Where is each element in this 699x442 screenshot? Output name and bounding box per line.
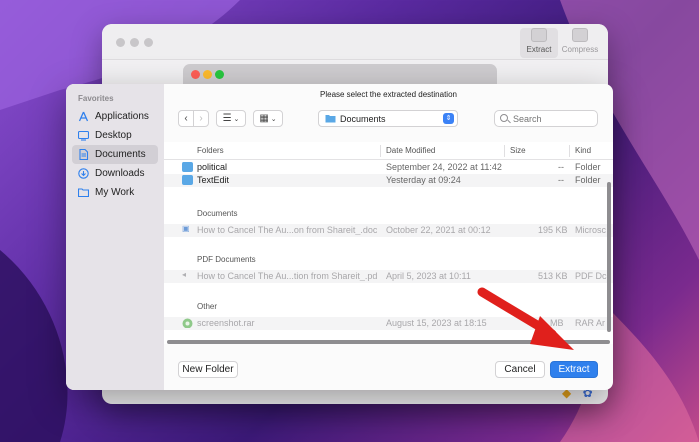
chevron-right-icon: ›	[199, 113, 203, 124]
zoom-window-button[interactable]	[144, 38, 153, 47]
table-row[interactable]: TextEdit Yesterday at 09:24 -- Folder	[164, 174, 613, 187]
row-size: 195 KB	[538, 225, 568, 235]
app-extract-button[interactable]: Extract	[520, 28, 558, 58]
sidebar-item-applications[interactable]: Applications	[72, 107, 158, 126]
new-folder-button[interactable]: New Folder	[178, 361, 238, 378]
download-icon	[78, 168, 89, 179]
row-kind: Microsc	[575, 225, 606, 235]
row-kind: RAR Ar	[575, 318, 606, 328]
search-input[interactable]	[513, 113, 593, 124]
row-name: screenshot.rar	[197, 318, 255, 328]
location-select[interactable]: Documents ⇕	[318, 110, 458, 127]
desktop-icon	[77, 130, 90, 141]
row-kind: Folder	[575, 175, 601, 185]
pdf-file-icon: ◂	[182, 270, 187, 279]
close-window-button[interactable]	[191, 70, 200, 79]
compress-icon	[572, 28, 588, 42]
column-header-size[interactable]: Size	[510, 146, 526, 155]
applications-icon	[78, 111, 89, 122]
list-icon: ☰	[222, 113, 232, 124]
destination-dialog: Favorites Applications Desktop Documents…	[66, 84, 613, 390]
folder-icon	[182, 162, 193, 172]
location-label: Documents	[340, 113, 386, 124]
column-header-kind[interactable]: Kind	[575, 146, 591, 155]
chevron-down-icon: ⌄	[270, 115, 277, 123]
folder-icon	[77, 187, 90, 198]
sidebar-heading: Favorites	[78, 94, 114, 103]
minimize-window-button[interactable]	[130, 38, 139, 47]
cancel-button[interactable]: Cancel	[495, 361, 545, 378]
chevron-left-icon: ‹	[184, 113, 188, 124]
app-compress-button[interactable]: Compress	[560, 28, 600, 58]
sidebar-item-desktop[interactable]: Desktop	[72, 126, 158, 145]
row-date: October 22, 2021 at 00:12	[386, 225, 491, 235]
row-date: September 24, 2022 at 11:42	[386, 162, 502, 172]
chevron-up-down-icon: ⇕	[443, 113, 454, 124]
row-size: --	[558, 162, 564, 172]
row-size: 513 KB	[538, 271, 568, 281]
search-field[interactable]	[494, 110, 598, 127]
sidebar-item-label: My Work	[95, 187, 135, 198]
row-name: TextEdit	[197, 175, 230, 185]
section-heading-other: Other	[197, 302, 218, 311]
row-kind: Folder	[575, 162, 601, 172]
row-size: MB	[550, 318, 564, 328]
table-row: screenshot.rar August 15, 2023 at 18:15 …	[164, 317, 613, 330]
horizontal-scrollbar[interactable]	[167, 340, 610, 344]
folder-icon	[325, 113, 336, 124]
sidebar-item-my-work[interactable]: My Work	[72, 183, 158, 202]
sidebar-item-downloads[interactable]: Downloads	[72, 164, 158, 183]
minimize-window-button[interactable]	[203, 70, 212, 79]
row-date: April 5, 2023 at 10:11	[386, 271, 471, 281]
table-row: ▣ How to Cancel The Au...on from Shareit…	[164, 224, 613, 237]
row-name: political	[197, 162, 228, 172]
file-list: Folders Date Modified Size Kind politica…	[164, 142, 613, 344]
sidebar-item-label: Documents	[95, 149, 146, 160]
rar-file-icon	[182, 318, 193, 328]
section-heading-documents: Documents	[197, 209, 238, 218]
sidebar-item-label: Desktop	[95, 130, 132, 141]
back-button[interactable]: ‹	[178, 110, 194, 127]
app-compress-label: Compress	[561, 45, 599, 54]
column-header-folders[interactable]: Folders	[197, 146, 224, 155]
sidebar-item-label: Applications	[95, 111, 149, 122]
row-size: --	[558, 175, 564, 185]
docx-file-icon: ▣	[182, 224, 190, 233]
grid-view-button[interactable]: ▦ ⌄	[253, 110, 283, 127]
zoom-window-button[interactable]	[215, 70, 224, 79]
forward-button[interactable]: ›	[193, 110, 209, 127]
sidebar-item-label: Downloads	[95, 168, 145, 179]
app-extract-label: Extract	[526, 45, 552, 54]
extract-button[interactable]: Extract	[550, 361, 598, 378]
chevron-down-icon: ⌄	[233, 115, 240, 123]
section-heading-pdf-documents: PDF Documents	[197, 255, 256, 264]
row-date: August 15, 2023 at 18:15	[386, 318, 487, 328]
list-view-button[interactable]: ☰ ⌄	[216, 110, 246, 127]
row-name: How to Cancel The Au...on from Shareit_.…	[197, 225, 377, 235]
dialog-prompt: Please select the extracted destination	[320, 90, 457, 99]
dialog-toolbar: ‹ › ☰ ⌄ ▦ ⌄ Documents ⇕	[164, 110, 613, 134]
row-name: How to Cancel The Au...tion from Shareit…	[197, 271, 377, 281]
column-header-date-modified[interactable]: Date Modified	[386, 146, 435, 155]
close-window-button[interactable]	[116, 38, 125, 47]
grid-icon: ▦	[259, 113, 269, 124]
app-titlebar: Extract Compress	[102, 24, 608, 60]
vertical-scrollbar[interactable]	[607, 182, 611, 332]
row-kind: PDF Dc	[575, 271, 607, 281]
dialog-footer: New Folder Cancel Extract	[164, 350, 613, 390]
folder-icon	[182, 175, 193, 185]
extract-icon	[531, 28, 547, 42]
table-row: ◂ How to Cancel The Au...tion from Share…	[164, 270, 613, 283]
sidebar-item-documents[interactable]: Documents	[72, 145, 158, 164]
table-row[interactable]: political September 24, 2022 at 11:42 --…	[164, 161, 613, 174]
sidebar: Favorites Applications Desktop Documents…	[66, 84, 164, 390]
document-icon	[78, 148, 89, 161]
row-date: Yesterday at 09:24	[386, 175, 461, 185]
column-header-row: Folders Date Modified Size Kind	[164, 142, 613, 160]
search-icon	[500, 114, 508, 122]
